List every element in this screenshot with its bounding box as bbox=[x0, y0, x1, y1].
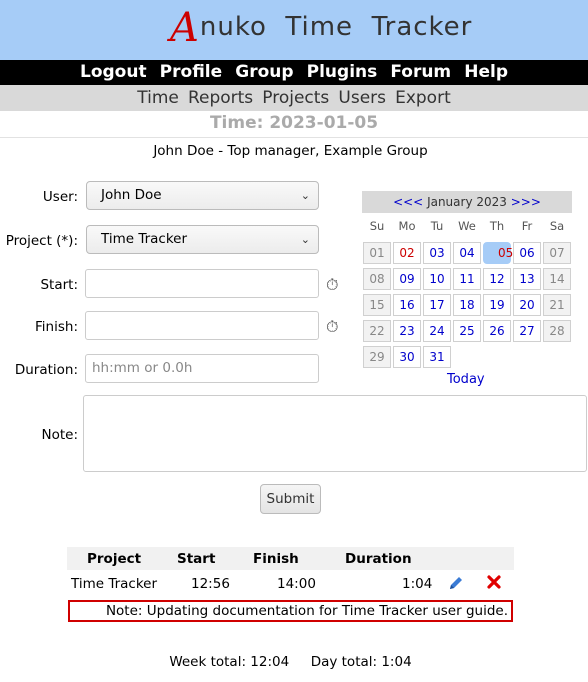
col-finish: Finish bbox=[253, 551, 299, 567]
calendar-day[interactable]: 28 bbox=[543, 320, 571, 342]
duration-placeholder: hh:mm or 0.0h bbox=[92, 360, 193, 376]
start-input[interactable] bbox=[85, 269, 319, 298]
submit-button[interactable]: Submit bbox=[260, 484, 321, 514]
top-menu: Logout Profile Group Plugins Forum Help bbox=[0, 60, 588, 85]
calendar-day[interactable]: 11 bbox=[453, 268, 481, 290]
calendar-day[interactable]: 21 bbox=[543, 294, 571, 316]
duration-label: Duration: bbox=[14, 362, 78, 378]
calendar-weekday: We bbox=[458, 219, 476, 233]
menu-help[interactable]: Help bbox=[464, 62, 508, 82]
calendar-day[interactable]: 17 bbox=[423, 294, 451, 316]
calendar-today-link[interactable]: Today bbox=[447, 372, 485, 387]
calendar-day[interactable]: 20 bbox=[513, 294, 541, 316]
calendar-day[interactable]: 02 bbox=[393, 242, 421, 264]
calendar-day[interactable]: 14 bbox=[543, 268, 571, 290]
calendar-day[interactable]: 10 bbox=[423, 268, 451, 290]
user-info: John Doe - Top manager, Example Group bbox=[153, 143, 428, 159]
calendar-day[interactable]: 29 bbox=[363, 346, 391, 368]
menu-profile[interactable]: Profile bbox=[160, 62, 222, 82]
menu-group[interactable]: Group bbox=[235, 62, 293, 82]
chevron-down-icon: ⌄ bbox=[300, 233, 310, 246]
submenu-projects[interactable]: Projects bbox=[262, 88, 329, 108]
calendar: <<< January 2023 >>> Su Mo Tu We Th Fr Sa 01 02… bbox=[362, 191, 572, 368]
calendar-day[interactable]: 03 bbox=[423, 242, 451, 264]
stopwatch-icon[interactable]: ⏱ bbox=[326, 317, 338, 337]
header-banner: Anuko Time Tracker bbox=[0, 0, 588, 60]
duration-input[interactable]: hh:mm or 0.0h bbox=[85, 354, 319, 383]
record-note: Note: Updating documentation for Time Tr… bbox=[68, 600, 513, 622]
calendar-day[interactable]: 23 bbox=[393, 320, 421, 342]
calendar-day[interactable]: 31 bbox=[423, 346, 451, 368]
calendar-day[interactable]: 26 bbox=[483, 320, 511, 342]
submenu-users[interactable]: Users bbox=[338, 88, 386, 108]
calendar-day[interactable]: 13 bbox=[513, 268, 541, 290]
col-project: Project bbox=[87, 551, 142, 567]
day-total: Day total: 1:04 bbox=[310, 654, 412, 670]
user-select-value: John Doe bbox=[101, 187, 162, 203]
note-label: Note: bbox=[41, 427, 78, 443]
calendar-day[interactable]: 25 bbox=[453, 320, 481, 342]
calendar-day[interactable]: 22 bbox=[363, 320, 391, 342]
user-label: User: bbox=[42, 189, 78, 205]
record-start: 12:56 bbox=[191, 576, 230, 592]
app-logo[interactable]: Anuko Time Tracker bbox=[170, 8, 472, 48]
submenu-time[interactable]: Time bbox=[137, 88, 179, 108]
calendar-day[interactable]: 07 bbox=[543, 242, 571, 264]
pencil-icon[interactable] bbox=[448, 575, 464, 591]
calendar-weekday: Sa bbox=[549, 219, 565, 233]
week-total: Week total: 12:04 bbox=[169, 654, 290, 670]
calendar-day[interactable]: 16 bbox=[393, 294, 421, 316]
totals: Week total: 12:04 Day total: 1:04 bbox=[0, 654, 581, 670]
record-duration: 1:04 bbox=[402, 576, 433, 592]
calendar-weekday: Tu bbox=[430, 219, 444, 233]
calendar-header: <<< January 2023 >>> bbox=[362, 191, 572, 213]
col-duration: Duration bbox=[345, 551, 412, 567]
calendar-weekday: Su bbox=[369, 219, 385, 233]
calendar-day[interactable]: 30 bbox=[393, 346, 421, 368]
calendar-next-month[interactable]: >>> bbox=[511, 195, 541, 209]
calendar-day[interactable]: 08 bbox=[363, 268, 391, 290]
calendar-day[interactable]: 15 bbox=[363, 294, 391, 316]
calendar-day[interactable]: 27 bbox=[513, 320, 541, 342]
submenu-export[interactable]: Export bbox=[395, 88, 451, 108]
calendar-day[interactable]: 18 bbox=[453, 294, 481, 316]
delete-x-icon[interactable] bbox=[486, 574, 502, 590]
calendar-day[interactable]: 12 bbox=[483, 268, 511, 290]
calendar-day[interactable]: 04 bbox=[453, 242, 481, 264]
col-start: Start bbox=[177, 551, 216, 567]
page-title: Time: 2023-01-05 bbox=[209, 113, 379, 133]
finish-input[interactable] bbox=[85, 311, 319, 340]
calendar-month: January 2023 bbox=[427, 195, 507, 209]
start-label: Start: bbox=[40, 277, 78, 293]
finish-label: Finish: bbox=[35, 319, 78, 335]
project-select-value: Time Tracker bbox=[101, 231, 188, 247]
menu-forum[interactable]: Forum bbox=[390, 62, 451, 82]
calendar-day[interactable]: 09 bbox=[393, 268, 421, 290]
divider bbox=[0, 137, 588, 138]
record-finish: 14:00 bbox=[277, 576, 316, 592]
calendar-day[interactable]: 24 bbox=[423, 320, 451, 342]
calendar-day[interactable]: 19 bbox=[483, 294, 511, 316]
calendar-weekday: Mo bbox=[398, 219, 416, 233]
calendar-prev-month[interactable]: <<< bbox=[393, 195, 423, 209]
record-project: Time Tracker bbox=[71, 576, 158, 592]
menu-logout[interactable]: Logout bbox=[80, 62, 147, 82]
project-label: Project (*): bbox=[5, 233, 78, 249]
chevron-down-icon: ⌄ bbox=[300, 189, 310, 202]
calendar-day[interactable]: 05 bbox=[483, 242, 513, 264]
sub-menu: Time Reports Projects Users Export bbox=[0, 85, 588, 111]
calendar-day[interactable]: 01 bbox=[363, 242, 391, 264]
user-select[interactable]: John Doe ⌄ bbox=[86, 181, 319, 210]
menu-plugins[interactable]: Plugins bbox=[307, 62, 378, 82]
note-textarea[interactable] bbox=[83, 395, 587, 472]
submenu-reports[interactable]: Reports bbox=[188, 88, 253, 108]
calendar-weekday: Th bbox=[489, 219, 505, 233]
stopwatch-icon[interactable]: ⏱ bbox=[326, 275, 338, 295]
calendar-day[interactable]: 06 bbox=[513, 242, 541, 264]
project-select[interactable]: Time Tracker ⌄ bbox=[86, 225, 319, 254]
calendar-weekday: Fr bbox=[521, 219, 533, 233]
